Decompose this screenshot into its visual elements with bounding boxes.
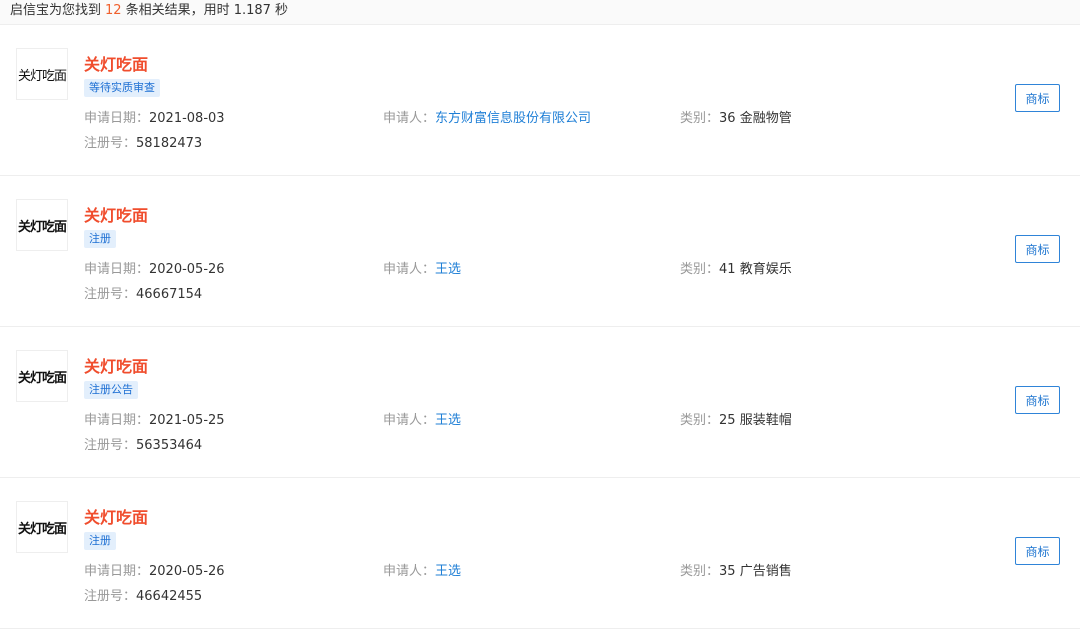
trademark-logo[interactable]: 关灯吃面: [16, 350, 68, 402]
result-list: 关灯吃面 关灯吃面 等待实质审查 申请日期：2021-08-03 申请人：东方财…: [0, 25, 1080, 629]
applicant-label: 申请人：: [383, 111, 436, 126]
logo-text: 关灯吃面: [17, 68, 67, 84]
registration-number-value: 56353464: [136, 438, 203, 453]
registration-number: 注册号：58182473: [84, 135, 202, 153]
applicant-label: 申请人：: [383, 564, 436, 579]
category: 类别：25 服装鞋帽: [680, 412, 792, 430]
applicant-label: 申请人：: [383, 413, 436, 428]
application-date: 申请日期：2021-08-03: [84, 110, 225, 128]
logo-text: 关灯吃面: [17, 370, 67, 386]
registration-number-value: 58182473: [136, 136, 203, 151]
trademark-title[interactable]: 关灯吃面: [84, 504, 148, 528]
registration-number-value: 46642455: [136, 589, 203, 604]
category: 类别：35 广告销售: [680, 563, 792, 581]
trademark-logo[interactable]: 关灯吃面: [16, 501, 68, 553]
category: 类别：41 教育娱乐: [680, 261, 792, 279]
summary-suffix: 条相关结果，用时 1.187 秒: [125, 3, 289, 18]
applicant: 申请人：王选: [383, 261, 461, 279]
applicant-link[interactable]: 东方财富信息股份有限公司: [435, 111, 591, 126]
registration-number-label: 注册号：: [84, 438, 137, 453]
category-value: 25 服装鞋帽: [719, 413, 792, 428]
trademark-result: 关灯吃面 关灯吃面 等待实质审查 申请日期：2021-08-03 申请人：东方财…: [0, 25, 1080, 176]
summary-prefix: 启信宝为您找到: [10, 3, 102, 18]
category-label: 类别：: [680, 111, 720, 126]
applicant-link[interactable]: 王选: [435, 413, 461, 428]
status-badge: 等待实质审查: [84, 79, 160, 97]
result-count: 12: [105, 3, 122, 18]
application-date: 申请日期：2020-05-26: [84, 563, 225, 581]
application-date-label: 申请日期：: [84, 262, 150, 277]
registration-number: 注册号：46642455: [84, 588, 202, 606]
trademark-result: 关灯吃面 关灯吃面 注册 申请日期：2020-05-26 申请人：王选 类别：3…: [0, 478, 1080, 629]
trademark-button[interactable]: 商标: [1015, 537, 1060, 565]
category-label: 类别：: [680, 262, 720, 277]
trademark-title[interactable]: 关灯吃面: [84, 51, 148, 75]
applicant-link[interactable]: 王选: [435, 262, 461, 277]
application-date-value: 2020-05-26: [149, 262, 225, 277]
category-label: 类别：: [680, 413, 720, 428]
application-date-label: 申请日期：: [84, 111, 150, 126]
registration-number: 注册号：56353464: [84, 437, 202, 455]
status-badge: 注册: [84, 532, 116, 550]
trademark-button[interactable]: 商标: [1015, 84, 1060, 112]
applicant: 申请人：王选: [383, 563, 461, 581]
trademark-title[interactable]: 关灯吃面: [84, 202, 148, 226]
registration-number-value: 46667154: [136, 287, 203, 302]
trademark-button[interactable]: 商标: [1015, 235, 1060, 263]
logo-text: 关灯吃面: [17, 521, 67, 537]
applicant: 申请人：东方财富信息股份有限公司: [383, 110, 591, 128]
status-badge: 注册公告: [84, 381, 138, 399]
trademark-result: 关灯吃面 关灯吃面 注册公告 申请日期：2021-05-25 申请人：王选 类别…: [0, 327, 1080, 478]
application-date-value: 2021-08-03: [149, 111, 225, 126]
application-date-value: 2020-05-26: [149, 564, 225, 579]
applicant-label: 申请人：: [383, 262, 436, 277]
trademark-logo[interactable]: 关灯吃面: [16, 48, 68, 100]
application-date: 申请日期：2021-05-25: [84, 412, 225, 430]
application-date: 申请日期：2020-05-26: [84, 261, 225, 279]
category: 类别：36 金融物管: [680, 110, 792, 128]
application-date-label: 申请日期：: [84, 564, 150, 579]
trademark-result: 关灯吃面 关灯吃面 注册 申请日期：2020-05-26 申请人：王选 类别：4…: [0, 176, 1080, 327]
results-summary: 启信宝为您找到 12 条相关结果，用时 1.187 秒: [0, 0, 1080, 25]
registration-number-label: 注册号：: [84, 136, 137, 151]
trademark-title[interactable]: 关灯吃面: [84, 353, 148, 377]
category-value: 41 教育娱乐: [719, 262, 792, 277]
applicant: 申请人：王选: [383, 412, 461, 430]
category-value: 35 广告销售: [719, 564, 792, 579]
application-date-label: 申请日期：: [84, 413, 150, 428]
logo-text: 关灯吃面: [17, 219, 67, 235]
trademark-logo[interactable]: 关灯吃面: [16, 199, 68, 251]
application-date-value: 2021-05-25: [149, 413, 225, 428]
category-label: 类别：: [680, 564, 720, 579]
applicant-link[interactable]: 王选: [435, 564, 461, 579]
registration-number-label: 注册号：: [84, 589, 137, 604]
trademark-button[interactable]: 商标: [1015, 386, 1060, 414]
status-badge: 注册: [84, 230, 116, 248]
registration-number: 注册号：46667154: [84, 286, 202, 304]
registration-number-label: 注册号：: [84, 287, 137, 302]
category-value: 36 金融物管: [719, 111, 792, 126]
